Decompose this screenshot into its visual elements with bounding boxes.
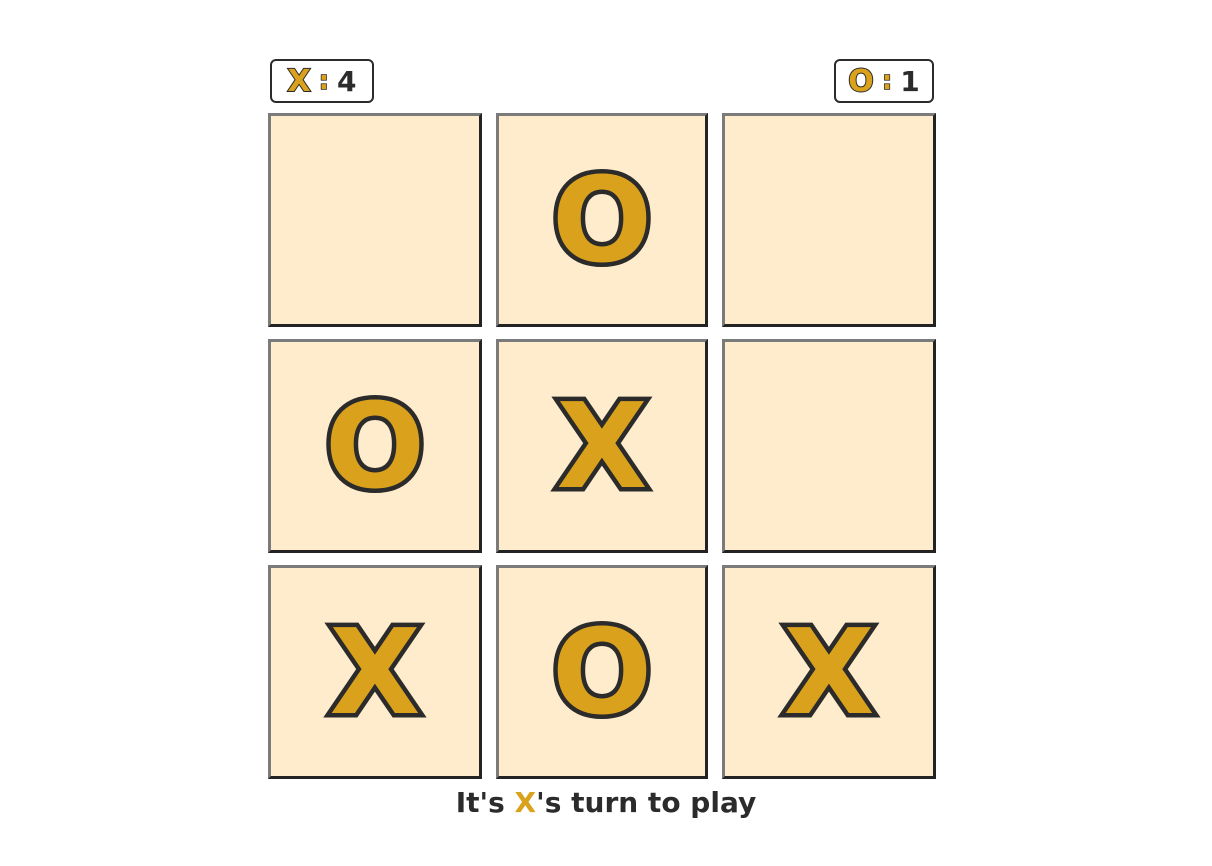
score-x: X : 4 xyxy=(270,59,374,103)
score-o-separator: : xyxy=(881,65,893,97)
turn-status-player: X xyxy=(514,786,537,819)
cell-mark: X xyxy=(779,603,879,741)
board-cell-5[interactable]: X xyxy=(496,339,708,553)
score-x-separator: : xyxy=(318,65,330,97)
board-cell-8[interactable]: O xyxy=(496,565,708,779)
score-o-symbol: O xyxy=(847,63,874,100)
turn-status: It's X's turn to play xyxy=(0,786,1212,819)
score-x-symbol: X xyxy=(286,63,311,100)
board-cell-7[interactable]: X xyxy=(268,565,482,779)
board-cell-6[interactable] xyxy=(722,339,936,553)
turn-status-prefix: It's xyxy=(455,786,515,819)
turn-status-suffix: 's turn to play xyxy=(536,786,757,819)
cell-mark: O xyxy=(320,377,429,515)
cell-mark: O xyxy=(547,151,656,289)
game-board: O O X X O X xyxy=(268,113,936,779)
score-x-value: 4 xyxy=(337,64,357,98)
cell-mark: X xyxy=(552,377,652,515)
cell-mark: O xyxy=(547,603,656,741)
score-o: O : 1 xyxy=(834,59,934,103)
board-cell-9[interactable]: X xyxy=(722,565,936,779)
board-cell-4[interactable]: O xyxy=(268,339,482,553)
board-cell-1[interactable] xyxy=(268,113,482,327)
board-cell-3[interactable] xyxy=(722,113,936,327)
cell-mark: X xyxy=(325,603,425,741)
score-o-value: 1 xyxy=(900,64,920,98)
board-cell-2[interactable]: O xyxy=(496,113,708,327)
